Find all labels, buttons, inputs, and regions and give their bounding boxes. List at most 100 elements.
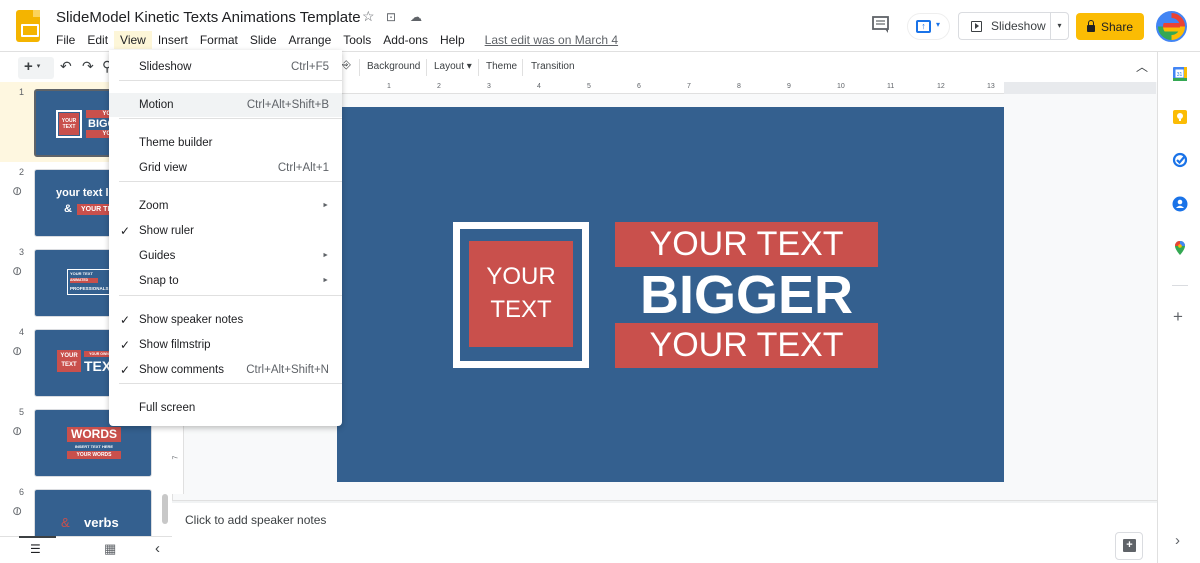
- menu-item-guides[interactable]: Guides ►: [109, 244, 342, 268]
- keep-icon[interactable]: [1172, 109, 1188, 125]
- filmstrip-view-icon[interactable]: ☰: [30, 542, 41, 556]
- horizontal-ruler[interactable]: 1 2 3 4 5 6 7 8 9 10 11 12 13: [337, 82, 1004, 94]
- slides-logo-icon[interactable]: [16, 10, 40, 42]
- get-addons-icon[interactable]: +: [1173, 307, 1183, 327]
- menu-item-show-speaker-notes[interactable]: ✓ Show speaker notes: [109, 308, 342, 332]
- ruler-label: 2: [437, 83, 441, 90]
- plus-icon: +: [24, 58, 33, 75]
- red-text-box[interactable]: YOUR TEXT: [469, 241, 573, 347]
- menu-format[interactable]: Format: [194, 31, 244, 49]
- menu-item-shortcut: Ctrl+Alt+Shift+B: [246, 99, 329, 111]
- comment-history-button[interactable]: [870, 14, 892, 36]
- filmstrip-scrollbar[interactable]: [162, 494, 168, 524]
- menu-item-snap-to[interactable]: Snap to ►: [109, 269, 342, 293]
- menu-edit[interactable]: Edit: [81, 31, 114, 49]
- menu-item-label: Show comments: [139, 364, 225, 376]
- menu-item-label: Grid view: [139, 162, 187, 174]
- link-icon: ⊘: [8, 502, 26, 520]
- slide-number: 2: [19, 167, 25, 177]
- link-icon: ⊘: [8, 342, 26, 360]
- calendar-icon[interactable]: 31: [1172, 66, 1188, 82]
- ruler-label: 13: [987, 83, 995, 90]
- insert-comment-icon[interactable]: ⎆: [342, 59, 351, 72]
- menu-item-show-ruler[interactable]: ✓ Show ruler: [109, 219, 342, 243]
- cloud-status-icon[interactable]: ☁: [410, 10, 422, 24]
- ruler-label: 10: [837, 83, 845, 90]
- document-title[interactable]: SlideModel Kinetic Texts Animations Temp…: [56, 9, 361, 26]
- speaker-notes-placeholder[interactable]: Click to add speaker notes: [185, 513, 326, 527]
- background-button[interactable]: Background: [367, 61, 420, 72]
- bigger-headline[interactable]: BIGGER: [615, 267, 878, 323]
- menu-help[interactable]: Help: [434, 31, 471, 49]
- collapse-toolbar-icon[interactable]: ︿: [1136, 58, 1148, 75]
- menu-item-label: Theme builder: [139, 137, 213, 149]
- menu-slide[interactable]: Slide: [244, 31, 283, 49]
- menu-item-motion[interactable]: Motion Ctrl+Alt+Shift+B: [109, 93, 342, 117]
- layout-button[interactable]: Layout ▾: [434, 61, 472, 72]
- last-edit-link[interactable]: Last edit was on March 4: [485, 31, 618, 49]
- slideshow-button[interactable]: Slideshow: [958, 12, 1050, 40]
- svg-text:31: 31: [1177, 72, 1183, 78]
- ruler-label: 5: [587, 83, 591, 90]
- menu-separator: [119, 118, 342, 119]
- slide-thumbnail[interactable]: & verbs: [34, 489, 152, 537]
- chevron-down-icon: ▾: [36, 63, 41, 71]
- menu-item-label: Full screen: [139, 402, 196, 414]
- tasks-icon[interactable]: [1172, 152, 1188, 168]
- thumb-banner: ANIMATED: [70, 278, 98, 283]
- bottom-banner-text[interactable]: YOUR TEXT: [615, 323, 878, 368]
- slideshow-options-dropdown[interactable]: ▾: [1050, 12, 1069, 40]
- menu-separator: [119, 80, 342, 81]
- maps-icon[interactable]: [1172, 240, 1188, 256]
- menu-bar: File Edit View Insert Format Slide Arran…: [50, 31, 618, 49]
- account-avatar[interactable]: [1156, 11, 1187, 42]
- link-icon: ⊘: [8, 262, 26, 280]
- menu-item-slideshow[interactable]: Slideshow Ctrl+F5: [109, 55, 342, 79]
- menu-view[interactable]: View: [114, 31, 152, 49]
- share-button[interactable]: Share: [1076, 13, 1144, 40]
- ruler-label: 7: [172, 455, 180, 460]
- move-to-folder-icon[interactable]: ⊡: [386, 10, 396, 24]
- active-view-indicator: [19, 536, 56, 538]
- thumb-box: YOUR TEXT: [59, 113, 79, 135]
- menu-addons[interactable]: Add-ons: [377, 31, 434, 49]
- present-to-meeting-button[interactable]: ↑ ▾: [907, 13, 950, 40]
- current-slide[interactable]: YOUR TEXT YOUR TEXT BIGGER YOUR TEXT: [337, 107, 1004, 482]
- menu-item-full-screen[interactable]: Full screen: [109, 396, 342, 420]
- menu-arrange[interactable]: Arrange: [283, 31, 338, 49]
- menu-item-show-filmstrip[interactable]: ✓ Show filmstrip: [109, 333, 342, 357]
- ruler-label: 9: [787, 83, 791, 90]
- menu-insert[interactable]: Insert: [152, 31, 194, 49]
- undo-icon[interactable]: ↶: [60, 58, 72, 75]
- menu-item-show-comments[interactable]: ✓ Show comments Ctrl+Alt+Shift+N: [109, 358, 342, 382]
- star-icon[interactable]: ☆: [362, 8, 375, 25]
- checkmark-icon: ✓: [120, 338, 131, 352]
- menu-item-zoom[interactable]: Zoom ►: [109, 194, 342, 218]
- toolbar-divider: [478, 59, 479, 76]
- menu-item-grid-view[interactable]: Grid view Ctrl+Alt+1: [109, 156, 342, 180]
- box-text-line-1: YOUR: [486, 263, 556, 290]
- top-banner-text[interactable]: YOUR TEXT: [615, 222, 878, 267]
- ruler-label: 4: [537, 83, 541, 90]
- toolbar-divider: [522, 59, 523, 76]
- speaker-notes-panel[interactable]: Click to add speaker notes: [172, 503, 1157, 563]
- checkmark-icon: ✓: [120, 224, 131, 238]
- new-slide-button[interactable]: + ▾: [18, 57, 54, 79]
- app-header: SlideModel Kinetic Texts Animations Temp…: [0, 0, 1200, 52]
- contacts-icon[interactable]: [1172, 196, 1188, 212]
- menu-file[interactable]: File: [50, 31, 81, 49]
- filmstrip-slide-6[interactable]: 6 ⊘ & verbs: [0, 482, 172, 537]
- slide-number: 1: [19, 87, 25, 97]
- redo-icon[interactable]: ↷: [82, 58, 94, 75]
- thumb-text: YOUR: [60, 353, 78, 359]
- collapse-filmstrip-icon[interactable]: ‹: [155, 540, 160, 557]
- expand-side-panel-icon[interactable]: ›: [1175, 532, 1180, 549]
- explore-button[interactable]: [1115, 532, 1143, 560]
- submenu-arrow-icon: ►: [322, 277, 329, 284]
- theme-button[interactable]: Theme: [486, 61, 517, 72]
- transition-button[interactable]: Transition: [531, 61, 575, 72]
- menu-item-label: Show speaker notes: [139, 314, 244, 326]
- grid-view-icon[interactable]: ▦: [104, 541, 116, 557]
- menu-item-theme-builder[interactable]: Theme builder: [109, 131, 342, 155]
- menu-tools[interactable]: Tools: [337, 31, 377, 49]
